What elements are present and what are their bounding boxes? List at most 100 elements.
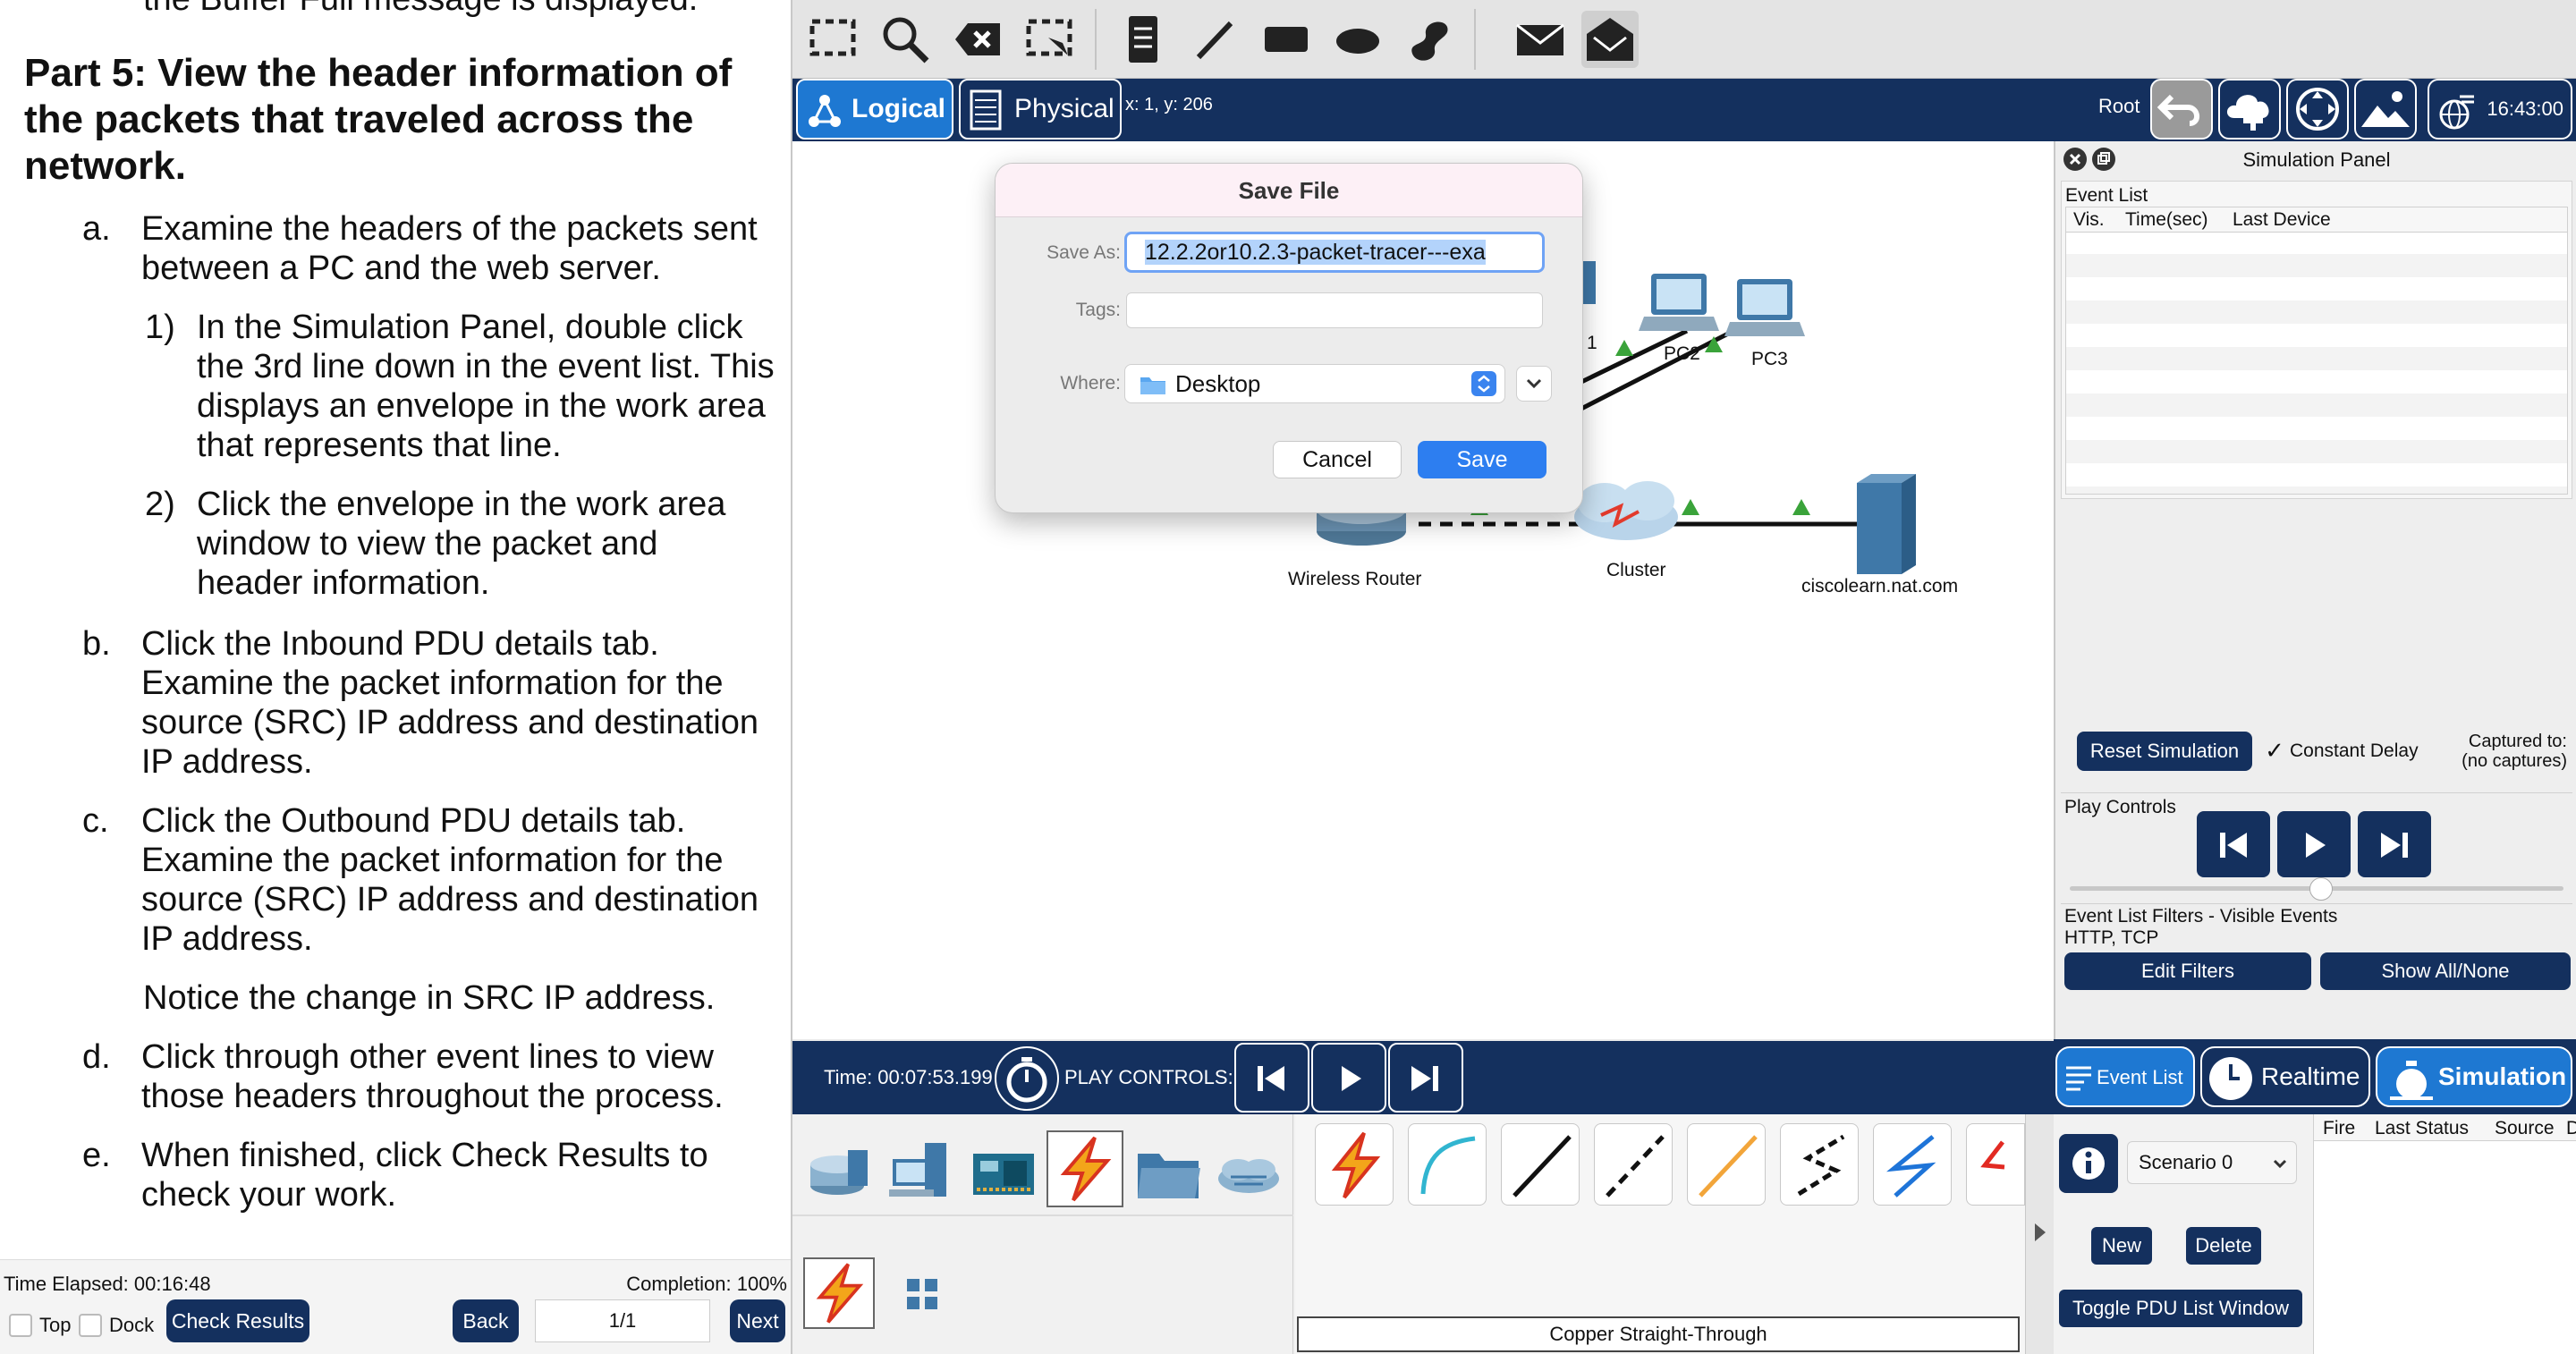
event-list-toggle[interactable]: Event List [2055, 1046, 2195, 1107]
new-cluster-button[interactable] [2218, 79, 2281, 140]
device-selection-area: Copper Straight-Through [792, 1114, 2054, 1354]
scroll-arrow-button[interactable] [2025, 1114, 2054, 1354]
tab-logical-label: Logical [852, 94, 946, 123]
simple-pdu-icon[interactable] [1512, 11, 1569, 68]
cluster-label: Cluster [1606, 560, 1666, 580]
delete-icon[interactable] [948, 11, 1005, 68]
subcategory-connections[interactable] [803, 1257, 875, 1329]
simulation-mode-button[interactable]: Simulation [2376, 1046, 2572, 1107]
expand-button[interactable] [1516, 366, 1552, 402]
cancel-button[interactable]: Cancel [1273, 441, 1402, 478]
col-destination[interactable]: D [2566, 1118, 2576, 1139]
col-last-device[interactable]: Last Device [2233, 209, 2331, 231]
save-as-field[interactable]: 12.2.2or10.2.3-packet-tracer---exa [1124, 232, 1545, 273]
edit-filters-button[interactable]: Edit Filters [2064, 952, 2311, 990]
fiber-button[interactable] [1687, 1123, 1766, 1206]
sim-play-button[interactable] [2277, 811, 2351, 877]
speed-slider-thumb[interactable] [2309, 877, 2333, 901]
network-clock[interactable]: 16:43:00 [2428, 79, 2572, 140]
sim-forward-button[interactable] [2358, 811, 2431, 877]
step-d-text: Click through other event lines to view … [141, 1038, 724, 1115]
multiuser-cloud-icon[interactable] [1213, 1138, 1284, 1209]
auto-connection-button[interactable] [1315, 1123, 1394, 1206]
back-to-parent-button[interactable] [2150, 79, 2213, 140]
phone-cable-button[interactable] [1780, 1123, 1859, 1206]
scenario-info-button[interactable] [2059, 1134, 2118, 1193]
connections-category[interactable] [1046, 1130, 1123, 1207]
scenario-select[interactable]: Scenario 0 [2127, 1141, 2297, 1184]
time-back-button[interactable] [1234, 1043, 1309, 1113]
straight-through-button[interactable] [1501, 1123, 1580, 1206]
end-devices-icon[interactable] [886, 1138, 957, 1209]
move-object-button[interactable] [2286, 79, 2349, 140]
crossover-icon [1606, 1135, 1665, 1197]
check-results-button[interactable]: Check Results [166, 1299, 309, 1342]
select-icon[interactable] [805, 11, 862, 68]
grid-icon[interactable] [903, 1275, 943, 1315]
next-button[interactable]: Next [730, 1299, 785, 1342]
resize-shape-icon[interactable] [1021, 11, 1079, 68]
web-server-icon[interactable] [1857, 474, 1916, 574]
subcategory-row [792, 1214, 1293, 1216]
dock-checkbox[interactable] [79, 1314, 102, 1337]
realtime-mode-button[interactable]: Realtime [2200, 1046, 2370, 1107]
col-time[interactable]: Time(sec) [2125, 209, 2208, 231]
pc3-label: PC3 [1751, 349, 1788, 369]
complex-pdu-icon[interactable] [1581, 11, 1639, 68]
time-forward-button[interactable] [1388, 1043, 1463, 1113]
console-cable-button[interactable] [1408, 1123, 1487, 1206]
delete-scenario-button[interactable]: Delete [2186, 1227, 2261, 1265]
event-table[interactable]: Vis. Time(sec) Last Device [2065, 207, 2568, 495]
pc1-label: 1 [1587, 333, 1597, 353]
reset-time-button[interactable] [995, 1046, 1059, 1111]
back-button[interactable]: Back [453, 1299, 519, 1342]
rectangle-icon[interactable] [1258, 11, 1315, 68]
chevron-right-icon [2035, 1223, 2046, 1241]
constant-delay-checkbox[interactable]: ✓ [2263, 739, 2286, 762]
pc3-icon[interactable] [1724, 279, 1805, 336]
col-last-status[interactable]: Last Status [2375, 1118, 2469, 1139]
pc2-icon[interactable] [1639, 274, 1719, 331]
device-categories [792, 1114, 1293, 1354]
col-vis[interactable]: Vis. [2073, 209, 2105, 231]
lightning-connection-icon [816, 1263, 864, 1324]
serial-dce-icon [1980, 1140, 2005, 1170]
play-icon [2306, 833, 2326, 858]
tab-logical[interactable]: Logical [796, 79, 953, 140]
serial-dce-button[interactable] [1966, 1123, 2025, 1206]
miscellaneous-icon[interactable] [1132, 1138, 1204, 1209]
where-value: Desktop [1175, 370, 1261, 397]
toggle-pdu-list-button[interactable]: Toggle PDU List Window [2059, 1290, 2302, 1327]
coaxial-button[interactable] [1873, 1123, 1952, 1206]
col-source[interactable]: Source [2495, 1118, 2555, 1139]
time-play-button[interactable] [1311, 1043, 1386, 1113]
draw-line-icon[interactable] [1186, 11, 1243, 68]
activity-status-bar: Time Elapsed: 00:16:48 Completion: 100% … [0, 1259, 791, 1354]
save-button[interactable]: Save [1418, 441, 1546, 478]
network-devices-icon[interactable] [805, 1138, 877, 1209]
where-select[interactable]: Desktop [1124, 364, 1505, 403]
select-stepper-icon [1471, 371, 1496, 396]
col-fire[interactable]: Fire [2323, 1118, 2355, 1139]
show-all-none-button[interactable]: Show All/None [2320, 952, 2571, 990]
note-icon[interactable] [1114, 11, 1172, 68]
completion-percent: Completion: 100% [626, 1273, 787, 1295]
cluster-cloud-icon[interactable] [1574, 481, 1678, 540]
sim-back-button[interactable] [2197, 811, 2270, 877]
scenario-name: Scenario 0 [2139, 1151, 2233, 1173]
inspect-icon[interactable] [877, 11, 934, 68]
tab-physical[interactable]: Physical [959, 79, 1122, 140]
new-scenario-button[interactable]: New [2091, 1227, 2152, 1265]
panel-title: Simulation Panel [2242, 148, 2391, 171]
crossover-button[interactable] [1594, 1123, 1673, 1206]
freeform-icon[interactable] [1401, 11, 1458, 68]
top-checkbox[interactable] [9, 1314, 32, 1337]
tags-field[interactable] [1126, 292, 1543, 328]
console-cable-icon [1420, 1136, 1476, 1195]
step-a1-label: 1) [145, 309, 175, 346]
ellipse-icon[interactable] [1329, 11, 1386, 68]
set-background-button[interactable] [2354, 79, 2417, 140]
reset-simulation-button[interactable]: Reset Simulation [2077, 732, 2252, 771]
components-icon[interactable] [968, 1138, 1039, 1209]
dialog-title: Save File [996, 164, 1582, 217]
